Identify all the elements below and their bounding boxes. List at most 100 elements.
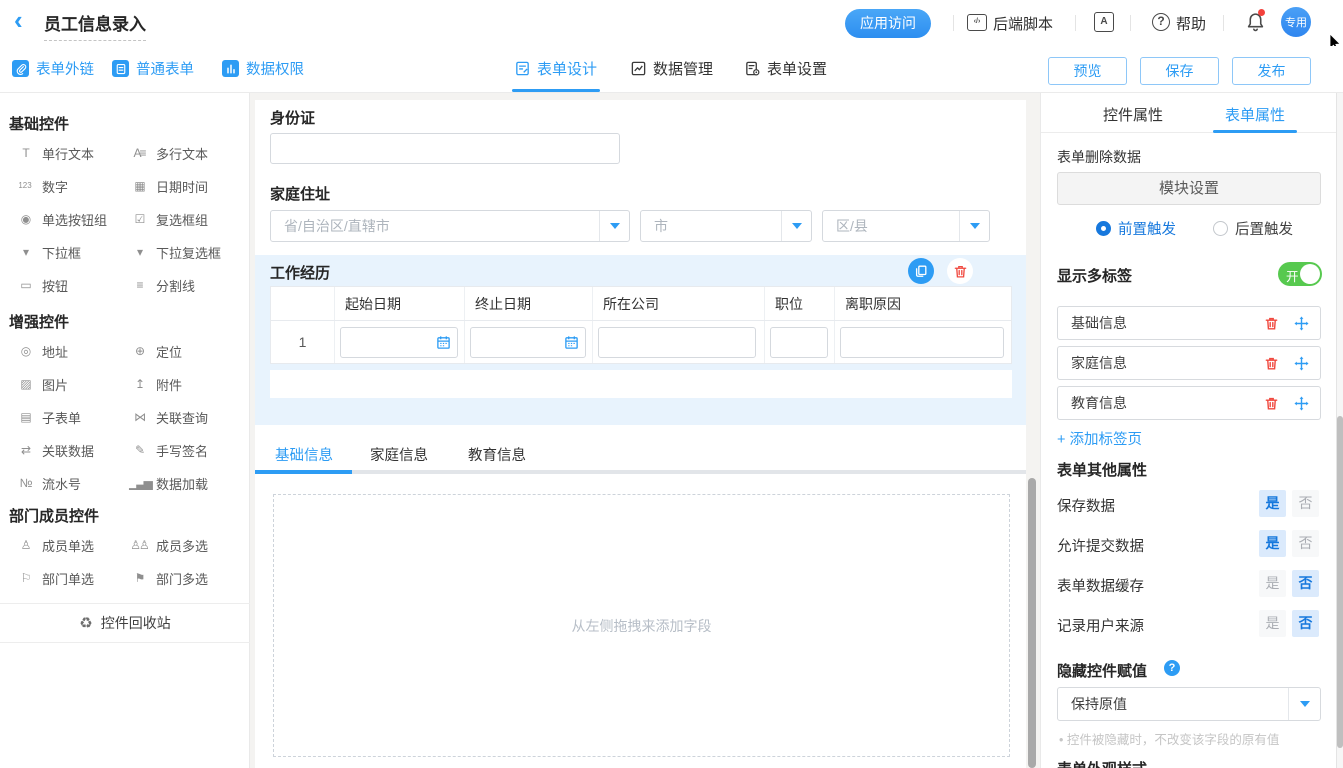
pre-trigger-radio[interactable]: 前置触发 [1096, 218, 1176, 239]
module-settings-button[interactable]: 模块设置 [1057, 172, 1321, 205]
tabs-track [255, 470, 1026, 474]
palette-item-member-single[interactable]: ♙成员单选 [15, 535, 129, 555]
delete-control-button[interactable] [947, 258, 973, 284]
record-source-yes-button[interactable]: 是 [1259, 610, 1286, 637]
canvas-scrollbar[interactable] [1028, 478, 1036, 768]
delete-tag-icon[interactable] [1263, 355, 1279, 371]
palette-item-image[interactable]: ▨图片 [15, 374, 129, 394]
tag-page-row[interactable]: 教育信息 [1057, 386, 1321, 420]
form-tab-family-info[interactable]: 家庭信息 [370, 444, 428, 465]
drop-zone[interactable]: 从左侧拖拽来添加字段 [273, 494, 1010, 757]
delete-tag-icon[interactable] [1263, 395, 1279, 411]
upload-icon: ↥ [129, 378, 149, 390]
allow-submit-yes-button[interactable]: 是 [1259, 530, 1286, 557]
palette-item-checkbox-group[interactable]: ☑复选框组 [129, 209, 241, 229]
palette-item-single-line-text[interactable]: T单行文本 [15, 143, 129, 163]
multi-tag-toggle[interactable]: 开 [1278, 262, 1322, 286]
person-icon: ♙ [15, 539, 35, 551]
palette-item-button[interactable]: ▭按钮 [15, 275, 129, 295]
move-tag-icon[interactable] [1293, 395, 1309, 411]
palette-item-datetime[interactable]: ▦日期时间 [129, 176, 241, 196]
property-panel: 控件属性 表单属性 表单删除数据 模块设置 前置触发 后置触发 显示多标签 开 … [1040, 93, 1336, 768]
palette-item-subform[interactable]: ▤子表单 [15, 407, 129, 427]
hidden-value-dropdown[interactable]: 保持原值 [1057, 687, 1321, 721]
tab-form-properties[interactable]: 表单属性 [1215, 104, 1295, 125]
palette-item-signature[interactable]: ✎手写签名 [129, 440, 241, 460]
control-recycle-bin[interactable]: ♻ 控件回收站 [0, 603, 250, 643]
palette-item-location[interactable]: ⊕定位 [129, 341, 241, 361]
form-tab-education-info[interactable]: 教育信息 [468, 444, 526, 465]
leave-reason-input[interactable] [840, 327, 1004, 358]
delete-tag-icon[interactable] [1263, 315, 1279, 331]
hidden-value-label: 隐藏控件赋值 [1057, 660, 1147, 681]
add-tag-page-link[interactable]: + 添加标签页 [1057, 428, 1142, 449]
form-cache-yes-button[interactable]: 是 [1259, 570, 1286, 597]
end-date-input[interactable] [470, 327, 586, 358]
tag-page-row[interactable]: 家庭信息 [1057, 346, 1321, 380]
palette-item-attachment[interactable]: ↥附件 [129, 374, 241, 394]
form-tab-basic-info[interactable]: 基础信息 [275, 444, 333, 465]
form-toolbar: 表单外链 普通表单 数据权限 表单设计 数据管理 表单设置 预览 保存 发布 [0, 46, 1343, 93]
form-cache-no-button[interactable]: 否 [1292, 570, 1319, 597]
palette-item-serial-number[interactable]: №流水号 [15, 473, 129, 493]
save-button[interactable]: 保存 [1140, 57, 1219, 85]
preview-button[interactable]: 预览 [1048, 57, 1127, 85]
tab-control-properties[interactable]: 控件属性 [1093, 104, 1173, 125]
tab-form-design[interactable]: 表单设计 [514, 58, 597, 79]
palette-item-dropdown[interactable]: ▾下拉框 [15, 242, 129, 262]
drop-zone-hint: 从左侧拖拽来添加字段 [572, 616, 712, 636]
palette-item-relation-query[interactable]: ⋈关联查询 [129, 407, 241, 427]
allow-submit-no-button[interactable]: 否 [1292, 530, 1319, 557]
id-card-input[interactable] [270, 133, 620, 164]
position-input[interactable] [770, 327, 828, 358]
language-icon[interactable]: A [1094, 12, 1114, 32]
palette-item-multi-dropdown[interactable]: ▾下拉复选框 [129, 242, 241, 262]
tab-form-settings[interactable]: 表单设置 [744, 58, 827, 79]
palette-item-divider[interactable]: ≡分割线 [129, 275, 241, 295]
palette-item-data-load[interactable]: ▁▃▅数据加载 [129, 473, 241, 493]
province-select[interactable]: 省/自治区/直辖市 [270, 210, 630, 242]
subform-work-experience[interactable]: 工作经历 起始日期 终止日期 所在公司 职位 离职原因 1 [255, 255, 1026, 425]
help-button[interactable]: 帮助 [1176, 13, 1206, 34]
palette-item-department-multi[interactable]: ⚑部门多选 [129, 568, 241, 588]
backend-script-button[interactable]: 后端脚本 [993, 13, 1053, 34]
start-date-input[interactable] [340, 327, 458, 358]
active-property-tab-indicator [1213, 130, 1297, 133]
city-select[interactable]: 市 [640, 210, 812, 242]
district-select[interactable]: 区/县 [822, 210, 990, 242]
link-icon [12, 60, 29, 77]
company-input[interactable] [598, 327, 756, 358]
tab-data-management[interactable]: 数据管理 [630, 58, 713, 79]
help-tooltip-icon[interactable]: ? [1164, 660, 1180, 676]
palette-item-address[interactable]: ◎地址 [15, 341, 129, 361]
palette-item-multi-line-text[interactable]: A≡多行文本 [129, 143, 241, 163]
palette-item-member-multi[interactable]: ♙♙成员多选 [129, 535, 241, 555]
back-icon[interactable]: ‹ [14, 8, 23, 32]
record-source-no-button[interactable]: 否 [1292, 610, 1319, 637]
copy-control-button[interactable] [908, 258, 934, 284]
save-data-yes-button[interactable]: 是 [1259, 490, 1286, 517]
palette-item-radio-group[interactable]: ◉单选按钮组 [15, 209, 129, 229]
palette-item-department-single[interactable]: ⚐部门单选 [15, 568, 129, 588]
app-access-button[interactable]: 应用访问 [845, 9, 931, 38]
move-tag-icon[interactable] [1293, 315, 1309, 331]
avatar[interactable]: 专用 [1281, 7, 1311, 37]
tag-page-row[interactable]: 基础信息 [1057, 306, 1321, 340]
chevron-down-icon [959, 211, 989, 241]
palette-item-relation-data[interactable]: ⇄关联数据 [15, 440, 129, 460]
post-trigger-radio[interactable]: 后置触发 [1213, 218, 1293, 239]
save-data-no-button[interactable]: 否 [1292, 490, 1319, 517]
property-tabs: 控件属性 表单属性 [1041, 93, 1336, 133]
form-external-link-button[interactable]: 表单外链 [12, 58, 94, 79]
relation-query-icon: ⋈ [129, 411, 149, 423]
publish-button[interactable]: 发布 [1232, 57, 1311, 85]
department-icon: ⚐ [15, 572, 35, 584]
palette-item-number[interactable]: 123数字 [15, 176, 129, 196]
normal-form-button[interactable]: 普通表单 [112, 58, 194, 79]
notification-badge [1258, 9, 1265, 16]
window-scrollbar-thumb[interactable] [1337, 416, 1343, 748]
page-title[interactable]: 员工信息录入 [44, 10, 146, 41]
recycle-icon: ♻ [79, 614, 92, 632]
data-permission-button[interactable]: 数据权限 [222, 58, 304, 79]
move-tag-icon[interactable] [1293, 355, 1309, 371]
